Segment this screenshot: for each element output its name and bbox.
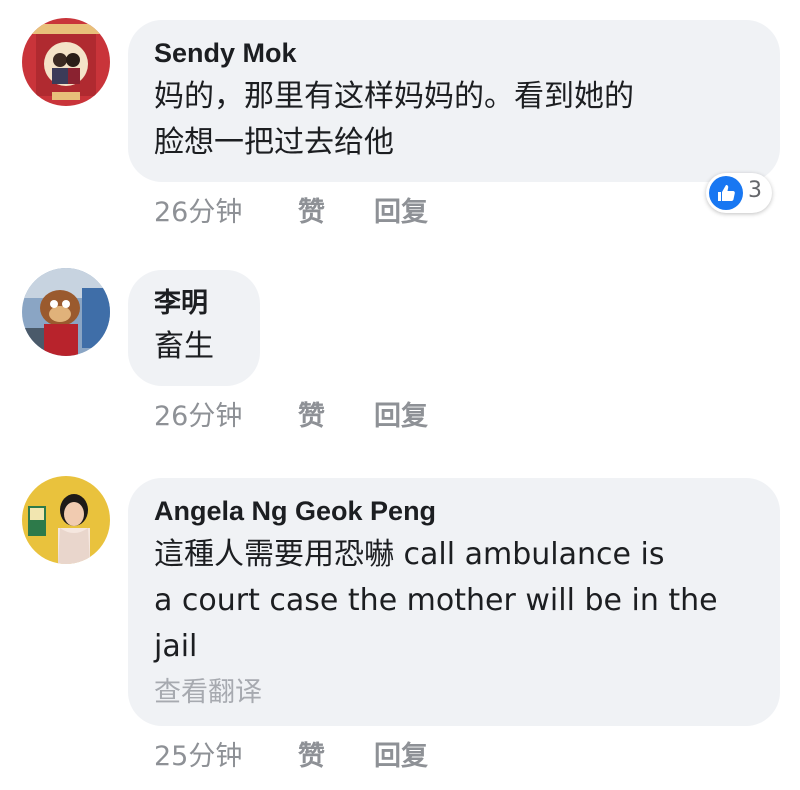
comment-author[interactable]: Sendy Mok <box>154 36 754 70</box>
reply-button[interactable]: 回复 <box>374 394 428 433</box>
comment-text-line: 脸想一把过去给他 <box>154 125 394 160</box>
comment-text-line: 妈的，那里有这样妈妈的。看到她的 <box>154 79 634 114</box>
reply-button[interactable]: 回复 <box>374 190 428 229</box>
like-button[interactable]: 赞 <box>298 734 325 773</box>
comment-author[interactable]: Angela Ng Geok Peng <box>154 494 754 528</box>
see-translation-link[interactable]: 查看翻译 <box>154 676 754 710</box>
avatar[interactable] <box>22 18 110 106</box>
comment-text-line: 畜生 <box>154 329 214 364</box>
like-button[interactable]: 赞 <box>298 394 325 433</box>
comment-text-line: 這種人需要用恐嚇 call ambulance is <box>154 537 665 572</box>
comment-timestamp: 26分钟 <box>154 401 243 432</box>
reply-button[interactable]: 回复 <box>374 734 428 773</box>
avatar[interactable] <box>22 476 110 564</box>
comment-bubble: Angela Ng Geok Peng 這種人需要用恐嚇 call ambula… <box>128 478 780 726</box>
comment-bubble: Sendy Mok 妈的，那里有这样妈妈的。看到她的 脸想一把过去给他 <box>128 20 780 182</box>
comment-timestamp: 25分钟 <box>154 741 243 772</box>
reaction-badge[interactable]: 3 <box>706 173 772 213</box>
comment-text-line: jail <box>154 629 198 664</box>
reaction-count: 3 <box>748 178 762 203</box>
like-button[interactable]: 赞 <box>298 190 325 229</box>
thumbs-up-icon <box>709 176 743 210</box>
comment-author[interactable]: 李明 <box>154 286 234 320</box>
comment-bubble: 李明 畜生 <box>128 270 260 386</box>
comment-timestamp: 26分钟 <box>154 197 243 228</box>
comment-text-line: a court case the mother will be in the <box>154 583 718 618</box>
avatar[interactable] <box>22 268 110 356</box>
